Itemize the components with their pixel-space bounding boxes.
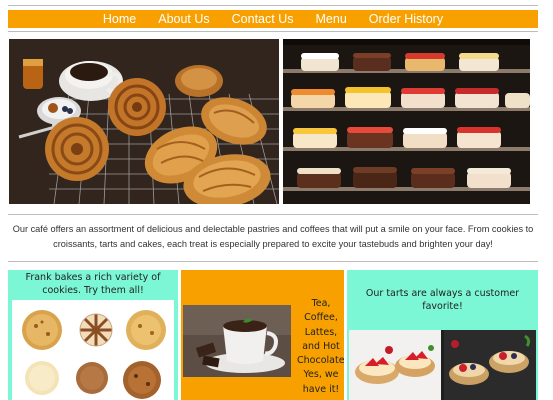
nav-divider bbox=[8, 31, 538, 32]
tarts-panel: Our tarts are always a customer favorite… bbox=[347, 270, 538, 400]
hot-chocolate-photo bbox=[183, 305, 291, 377]
cookies-caption: Frank bakes a rich variety of cookies. T… bbox=[25, 272, 161, 296]
cake-display-case-photo bbox=[283, 39, 530, 204]
main-nav: Home About Us Contact Us Menu Order Hist… bbox=[8, 10, 538, 28]
nav-menu[interactable]: Menu bbox=[305, 10, 358, 28]
top-divider bbox=[8, 5, 538, 6]
tarts-caption: Our tarts are always a customer favorite… bbox=[365, 288, 520, 312]
intro-text: Our café offers an assortment of delicio… bbox=[12, 224, 534, 249]
nav-home[interactable]: Home bbox=[92, 10, 147, 28]
drinks-panel: Tea, Coffee, Lattes, and Hot Chocolate. … bbox=[181, 270, 344, 400]
intro-divider bbox=[8, 261, 538, 262]
nav-order-history[interactable]: Order History bbox=[358, 10, 454, 28]
nav-contact-us[interactable]: Contact Us bbox=[221, 10, 305, 28]
cookies-photo bbox=[12, 300, 174, 400]
pastries-and-coffee-photo bbox=[9, 39, 279, 204]
cookies-panel: Frank bakes a rich variety of cookies. T… bbox=[8, 270, 178, 400]
nav-about-us[interactable]: About Us bbox=[147, 10, 220, 28]
drinks-caption: Tea, Coffee, Lattes, and Hot Chocolate. … bbox=[297, 298, 344, 395]
hero-divider bbox=[8, 214, 538, 215]
strawberry-tarts-photo bbox=[349, 330, 536, 400]
